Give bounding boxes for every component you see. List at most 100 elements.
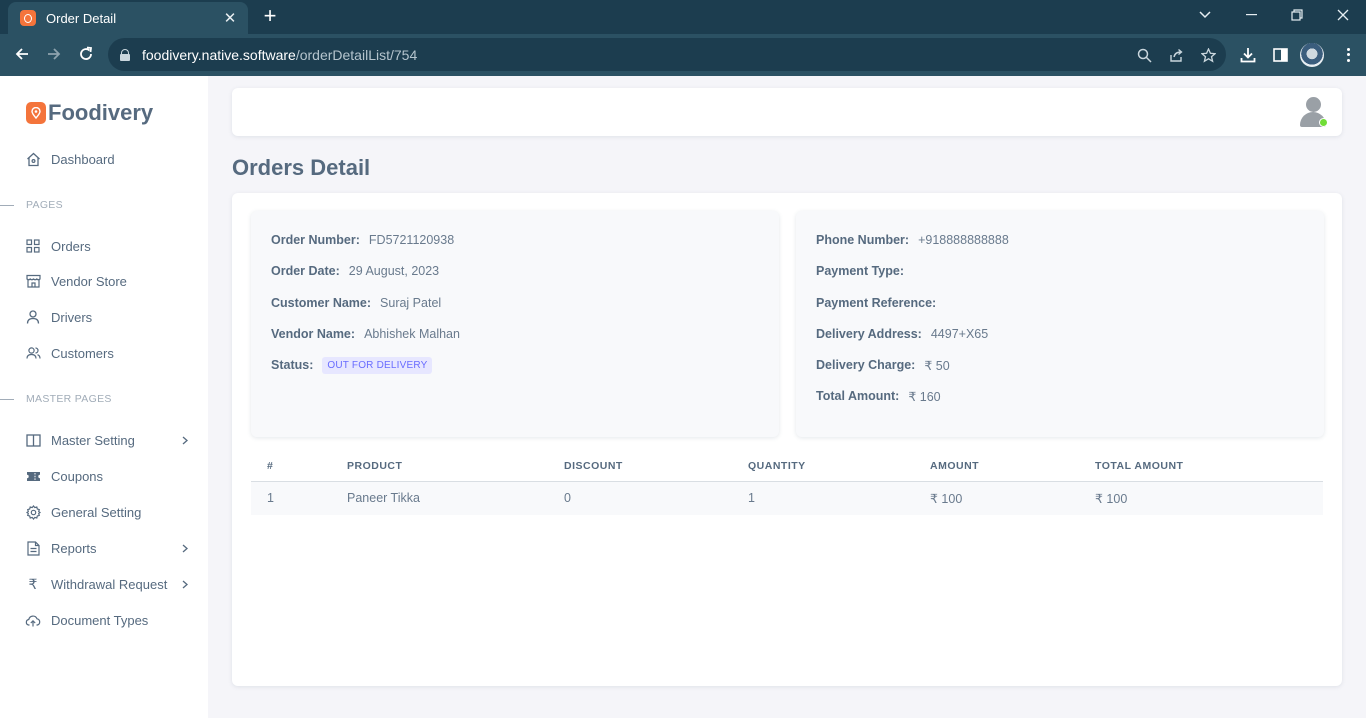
section-header-master-pages: MASTER PAGES — [0, 392, 112, 406]
download-icon[interactable] — [1237, 44, 1259, 66]
profile-avatar-icon[interactable] — [1300, 43, 1324, 67]
bookmark-star-icon[interactable] — [1199, 46, 1217, 64]
info-key: Delivery Address: — [816, 326, 922, 341]
sidebar-item-label: Customers — [51, 345, 114, 361]
sidebar-item-label: Orders — [51, 238, 91, 254]
gear-icon — [25, 504, 41, 520]
tab-title: Order Detail — [46, 10, 117, 26]
back-icon[interactable] — [8, 40, 36, 68]
order-date-row: Order Date: 29 August, 2023 — [271, 264, 759, 295]
url-host: foodivery.native.software — [142, 46, 296, 63]
total-amount-row: Total Amount: ₹ 160 — [816, 389, 1304, 420]
restore-icon[interactable] — [1274, 0, 1320, 30]
cell-total-amount: ₹ 100 — [1079, 481, 1323, 515]
cell-product: Paneer Tikka — [331, 481, 548, 515]
file-icon — [25, 540, 41, 556]
customer-name-value: Suraj Patel — [380, 295, 442, 310]
order-items-table: # PRODUCT DISCOUNT QUANTITY AMOUNT TOTAL… — [251, 451, 1323, 515]
sidebar-item-label: Drivers — [51, 309, 93, 325]
vendor-name-row: Vendor Name: Abhishek Malhan — [271, 327, 759, 358]
cell-amount: ₹ 100 — [914, 481, 1079, 515]
home-icon — [25, 151, 41, 167]
address-bar[interactable]: foodivery.native.software/orderDetailLis… — [108, 38, 1226, 71]
cell-discount: 0 — [548, 481, 732, 515]
column-header-quantity: QUANTITY — [732, 451, 914, 482]
order-number-value: FD5721120938 — [368, 233, 455, 247]
phone-number-row: Phone Number: +918888888888 — [816, 233, 1304, 264]
sidebar-item-general-setting[interactable]: General Setting — [25, 501, 190, 523]
sidebar-item-label: Document Types — [51, 612, 149, 628]
sidebar-item-reports[interactable]: Reports — [25, 537, 190, 559]
page-title: Orders Detail — [232, 155, 371, 180]
tab-close-icon[interactable]: ✕ — [222, 9, 238, 27]
table-header-row: # PRODUCT DISCOUNT QUANTITY AMOUNT TOTAL… — [251, 451, 1323, 482]
info-key: Phone Number: — [816, 233, 910, 247]
order-detail-card: Order Number: FD5721120938 Order Date: 2… — [232, 193, 1342, 686]
table-row: 1 Paneer Tikka 0 1 ₹ 100 ₹ 100 — [251, 481, 1323, 515]
avatar-head — [1306, 97, 1321, 112]
customer-name-row: Customer Name: Suraj Patel — [271, 296, 759, 327]
sidebar-item-dashboard[interactable]: Dashboard — [25, 148, 190, 170]
sidebar-item-document-types[interactable]: Document Types — [25, 609, 190, 631]
delivery-info-panel: Phone Number: +918888888888 Payment Type… — [796, 211, 1324, 437]
chevron-right-icon — [180, 435, 190, 445]
payment-reference-row: Payment Reference: — [816, 296, 1304, 327]
order-date-value: 29 August, 2023 — [348, 264, 440, 279]
delivery-charge-value: ₹ 50 — [924, 359, 950, 374]
reload-icon[interactable] — [72, 40, 100, 68]
delivery-address-value: 4497+X65 — [930, 326, 989, 341]
section-label: PAGES — [26, 199, 63, 211]
delivery-charge-row: Delivery Charge: ₹ 50 — [816, 358, 1304, 389]
forward-icon[interactable] — [40, 40, 68, 68]
book-icon — [25, 432, 41, 448]
minimize-icon[interactable] — [1228, 0, 1274, 30]
status-row: Status: OUT FOR DELIVERY — [271, 357, 759, 389]
sidebar-item-label: Withdrawal Request — [51, 576, 168, 592]
section-label: MASTER PAGES — [26, 393, 112, 405]
sidebar-item-master-setting[interactable]: Master Setting — [25, 429, 190, 451]
tab-search-icon[interactable] — [1182, 0, 1228, 30]
sidebar-item-drivers[interactable]: Drivers — [25, 306, 190, 328]
column-header-total-amount: TOTAL AMOUNT — [1079, 451, 1323, 482]
grid-icon — [25, 238, 41, 254]
side-panel-icon[interactable] — [1269, 44, 1291, 66]
sidebar-item-customers[interactable]: Customers — [25, 342, 190, 364]
order-number-row: Order Number: FD5721120938 — [271, 233, 759, 264]
sidebar-item-coupons[interactable]: Coupons — [25, 465, 190, 487]
delivery-address-row: Delivery Address: 4497+X65 — [816, 327, 1304, 358]
sidebar-item-vendor-store[interactable]: Vendor Store — [25, 270, 190, 292]
browser-menu-icon[interactable] — [1340, 44, 1356, 66]
sidebar-item-label: Dashboard — [51, 151, 115, 167]
info-key: Total Amount: — [816, 389, 900, 404]
info-key: Delivery Charge: — [816, 358, 916, 373]
total-amount-value: ₹ 160 — [908, 390, 941, 405]
chevron-right-icon — [180, 579, 190, 589]
browser-tab-strip: Order Detail ✕ + — [0, 0, 1366, 34]
info-key: Order Date: — [271, 264, 340, 279]
user-avatar[interactable] — [1300, 97, 1328, 127]
store-icon — [25, 273, 41, 289]
chevron-right-icon — [180, 543, 190, 553]
share-icon[interactable] — [1167, 46, 1185, 64]
sidebar-item-orders[interactable]: Orders — [25, 235, 190, 257]
zoom-icon[interactable] — [1135, 46, 1153, 64]
new-tab-icon[interactable]: + — [258, 4, 282, 28]
cell-quantity: 1 — [732, 481, 914, 515]
sidebar-item-label: Master Setting — [51, 432, 135, 448]
lock-icon — [120, 48, 130, 61]
sidebar: Foodivery Dashboard PAGES Orders Vendor … — [0, 76, 208, 718]
browser-tab[interactable]: Order Detail ✕ — [8, 2, 248, 34]
sidebar-item-label: General Setting — [51, 504, 142, 520]
column-header-product: PRODUCT — [331, 451, 548, 482]
info-key: Status: — [271, 358, 314, 373]
brand-logo[interactable]: Foodivery — [26, 100, 153, 126]
order-info-panel: Order Number: FD5721120938 Order Date: 2… — [251, 211, 779, 437]
top-navbar — [232, 88, 1342, 136]
sidebar-item-withdrawal-request[interactable]: ₹ Withdrawal Request — [25, 573, 190, 595]
brand-name: Foodivery — [48, 100, 154, 125]
info-key: Customer Name: — [271, 295, 372, 310]
sidebar-item-label: Vendor Store — [51, 273, 127, 289]
site-favicon-icon — [20, 10, 36, 26]
users-icon — [25, 345, 41, 361]
close-window-icon[interactable] — [1320, 0, 1366, 30]
